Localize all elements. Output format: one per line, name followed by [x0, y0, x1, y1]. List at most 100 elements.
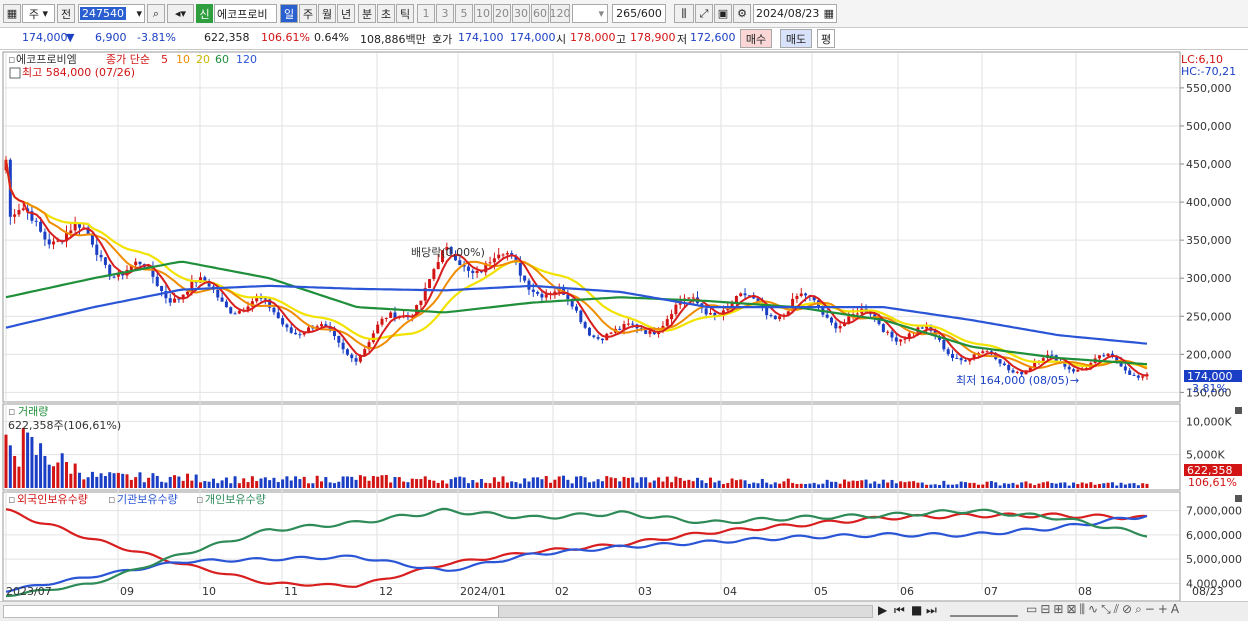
volume-bar: [1097, 483, 1101, 488]
min-10[interactable]: 10: [474, 4, 492, 23]
volume-bar: [536, 477, 540, 488]
min-3[interactable]: 3: [436, 4, 454, 23]
candle-body: [432, 269, 436, 280]
volume-bar: [155, 475, 159, 488]
candle-body: [1015, 371, 1019, 373]
forward-icon[interactable]: ⏭: [926, 603, 937, 618]
crosshair-icon[interactable]: ⤢: [695, 4, 713, 23]
scroll-right-icon[interactable]: ▶: [878, 603, 887, 617]
volume-bar: [912, 481, 916, 488]
volume-bar: [402, 481, 406, 488]
period-tick[interactable]: 틱: [396, 4, 414, 23]
calendar-small-icon[interactable]: [9, 67, 21, 79]
volume-bar: [233, 476, 237, 488]
stop-icon[interactable]: ■: [911, 603, 922, 617]
volume-bar: [410, 478, 414, 488]
date-field[interactable]: 2024/08/23 ▦: [753, 4, 837, 23]
volume-bar: [436, 482, 440, 488]
market-select[interactable]: 주 ▾: [22, 4, 55, 23]
stock-chart[interactable]: 550,000 500,000 450,000 400,000 350,000 300,0…: [0, 50, 1248, 601]
layout-icon[interactable]: ▦: [3, 4, 21, 23]
volume-bar: [393, 476, 397, 488]
volume-bar: [557, 476, 561, 488]
volume-bar: [587, 482, 591, 488]
period-month[interactable]: 월: [318, 4, 336, 23]
bid-price: 174,000: [510, 31, 556, 44]
zoom-slider[interactable]: [950, 604, 1018, 617]
buy-button[interactable]: 매수: [740, 29, 772, 48]
volume-bar: [160, 481, 164, 488]
volume-bar: [95, 476, 99, 488]
holding-y-label: 5,000,000: [1186, 553, 1242, 566]
volume-bar: [730, 478, 734, 488]
volume-bar: [268, 480, 272, 488]
volume-bar: [1015, 484, 1019, 488]
period-year[interactable]: 년: [337, 4, 355, 23]
count-field[interactable]: 265/600: [612, 4, 666, 23]
holdings-panel-close[interactable]: [1235, 495, 1242, 502]
period-second[interactable]: 초: [377, 4, 395, 23]
volume-bar: [1084, 483, 1088, 488]
volume-bar: [1067, 485, 1071, 488]
volume-bar: [1037, 483, 1041, 488]
period-day[interactable]: 일: [280, 4, 298, 23]
volume-bar: [605, 476, 609, 488]
period-week[interactable]: 주: [299, 4, 317, 23]
min-120[interactable]: 120: [550, 4, 570, 23]
average-button[interactable]: 평: [817, 29, 835, 48]
volume-bar: [665, 476, 669, 488]
candle-body: [95, 244, 99, 255]
candle-body: [263, 298, 267, 300]
scroll-track[interactable]: [3, 605, 873, 618]
gear-icon[interactable]: ⚙: [733, 4, 751, 23]
min-30[interactable]: 30: [512, 4, 530, 23]
scroll-thumb[interactable]: [498, 606, 872, 617]
prev-button[interactable]: 전: [57, 4, 75, 23]
volume-bar: [224, 477, 228, 488]
candle-body: [743, 293, 747, 296]
volume-bar: [657, 477, 661, 488]
candle-body: [1132, 374, 1136, 376]
volume-bar: [955, 484, 959, 488]
min-60[interactable]: 60: [531, 4, 549, 23]
candle-body: [376, 324, 380, 334]
calendar-icon[interactable]: ▦: [824, 7, 834, 20]
save-icon[interactable]: ▣: [714, 4, 732, 23]
candle-body: [233, 313, 237, 315]
interval-select[interactable]: ▾: [572, 4, 608, 23]
volume-bar: [700, 480, 704, 488]
x-axis-label: 2023/07: [6, 585, 52, 598]
period-minute[interactable]: 분: [358, 4, 376, 23]
volume-bar: [60, 453, 64, 488]
candle-body: [587, 327, 591, 336]
candle-body: [389, 312, 393, 318]
candle-body: [1076, 369, 1080, 372]
search-icon[interactable]: ⌕: [147, 4, 165, 23]
volume-value-label: 622,358주(106,61%): [8, 419, 121, 432]
volume-bar: [488, 483, 492, 488]
min-5[interactable]: 5: [455, 4, 473, 23]
candle-body: [963, 360, 967, 362]
x-axis-label: 02: [555, 585, 569, 598]
candle-body: [52, 241, 56, 245]
candle-body: [155, 276, 159, 286]
high-label: 고: [616, 33, 627, 46]
min-20[interactable]: 20: [493, 4, 511, 23]
volume-panel-close[interactable]: [1235, 407, 1242, 414]
candle-body: [216, 289, 220, 298]
volume-bar: [786, 478, 790, 488]
candle-body: [670, 314, 674, 320]
code-input[interactable]: 247540 ▾: [78, 4, 145, 23]
sound-icon[interactable]: ◂▾: [167, 4, 194, 23]
drawing-tools-icon[interactable]: ▭⊟⊞⊠⫼∿⤡⫽⊘⌕−+A: [1026, 602, 1182, 617]
sell-button[interactable]: 매도: [780, 29, 812, 48]
min-1[interactable]: 1: [417, 4, 435, 23]
candle-icon[interactable]: ⫼: [674, 4, 694, 23]
rewind-icon[interactable]: ⏮: [894, 603, 905, 618]
volume-bar: [821, 483, 825, 488]
volume-bar: [747, 483, 751, 488]
volume-bar: [255, 481, 259, 488]
candle-body: [466, 266, 470, 271]
candle-body: [518, 262, 522, 276]
volume-bar: [367, 480, 371, 488]
